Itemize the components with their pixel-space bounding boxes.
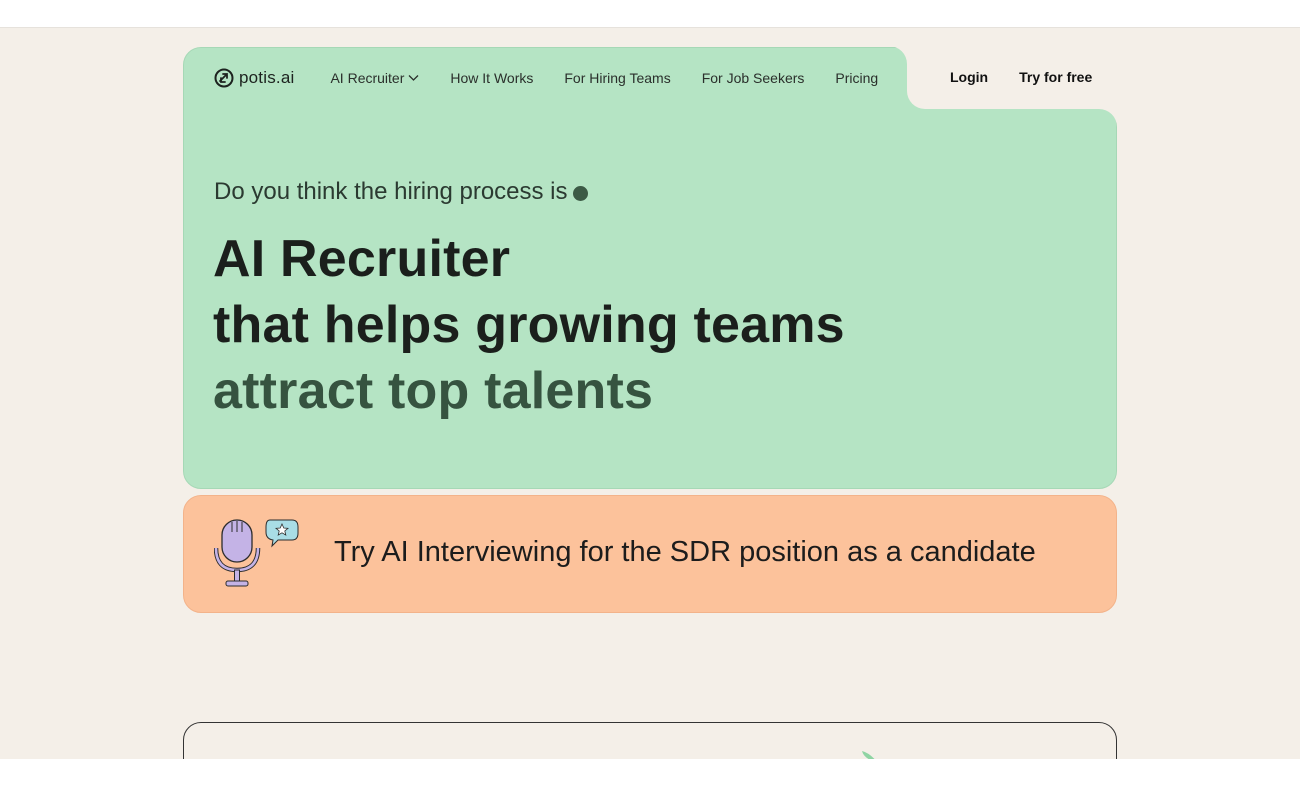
hero-notch-corner bbox=[889, 46, 907, 64]
nav-item-label: How It Works bbox=[450, 70, 534, 86]
page: potis.ai AI Recruiter How It Works For H… bbox=[0, 28, 1300, 759]
browser-bottom-strip bbox=[0, 759, 1300, 788]
main-nav: potis.ai AI Recruiter How It Works For H… bbox=[214, 63, 909, 93]
nav-item-label: Pricing bbox=[835, 70, 879, 86]
hero-subheading-text: Do you think the hiring process is bbox=[214, 178, 568, 205]
hero-title-line-3: attract top talents bbox=[213, 362, 654, 420]
chevron-down-icon bbox=[408, 75, 419, 81]
nav-item-pricing[interactable]: Pricing bbox=[835, 70, 878, 86]
hero-subheading: Do you think the hiring process is bbox=[214, 178, 588, 206]
leaf-decoration-icon bbox=[862, 751, 875, 759]
hero-inner-corner bbox=[1099, 109, 1117, 127]
potis-logo-icon bbox=[214, 68, 234, 88]
ai-interview-promo-banner[interactable]: Try AI Interviewing for the SDR position… bbox=[183, 495, 1117, 613]
nav-item-for-job-seekers[interactable]: For Job Seekers bbox=[702, 70, 805, 86]
brand-name: potis.ai bbox=[239, 68, 295, 87]
typing-dot-icon bbox=[572, 186, 588, 201]
nav-item-ai-recruiter[interactable]: AI Recruiter bbox=[330, 70, 419, 86]
hero-title-line-2: that helps growing teams bbox=[213, 296, 845, 354]
login-link[interactable]: Login bbox=[950, 69, 988, 85]
next-section-card bbox=[183, 722, 1117, 759]
nav-item-label: For Hiring Teams bbox=[564, 70, 671, 86]
microphone-speech-bubble-icon bbox=[214, 519, 299, 587]
hero-title-line-1: AI Recruiter bbox=[213, 230, 511, 288]
nav-item-how-it-works[interactable]: How It Works bbox=[450, 70, 533, 86]
promo-text: Try AI Interviewing for the SDR position… bbox=[334, 536, 1036, 568]
nav-item-label: AI Recruiter bbox=[330, 70, 405, 86]
logo[interactable]: potis.ai bbox=[214, 68, 294, 88]
nav-item-label: For Job Seekers bbox=[701, 70, 805, 86]
nav-item-for-hiring-teams[interactable]: For Hiring Teams bbox=[564, 70, 670, 86]
try-for-free-link[interactable]: Try for free bbox=[1019, 69, 1092, 85]
browser-top-strip bbox=[0, 0, 1300, 28]
auth-links: Login Try for free bbox=[950, 69, 1092, 85]
